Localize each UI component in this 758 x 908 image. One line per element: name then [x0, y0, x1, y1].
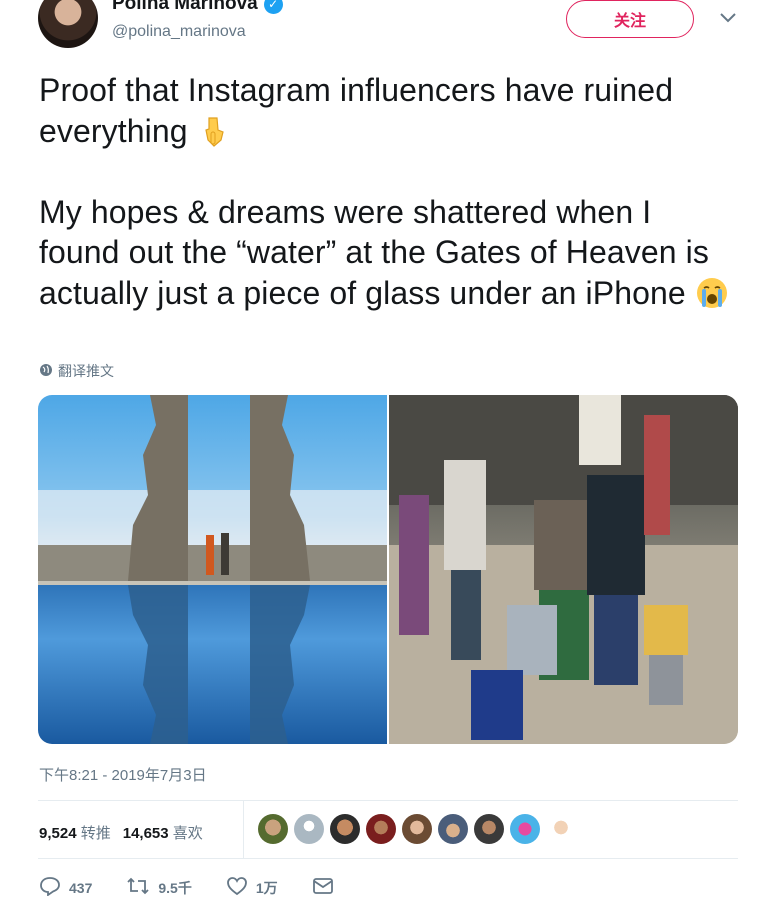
engagement-stats: 9,524 转推 14,653 喜欢	[39, 822, 203, 843]
liker-avatar[interactable]	[546, 814, 576, 844]
liker-avatar[interactable]	[474, 814, 504, 844]
direct-message-button[interactable]	[312, 877, 334, 898]
liker-avatars	[258, 814, 576, 844]
likes-label: 喜欢	[172, 825, 203, 842]
tweet-actions: 437 9.5千 1万	[39, 876, 368, 899]
chevron-down-icon[interactable]	[716, 6, 740, 30]
retweets-value: 9,524	[39, 825, 77, 842]
gates-of-heaven-illustration	[38, 395, 387, 744]
retweet-button[interactable]: 9.5千	[126, 876, 192, 899]
reply-button[interactable]: 437	[39, 876, 92, 899]
retweet-icon	[126, 876, 150, 899]
liker-avatar[interactable]	[402, 814, 432, 844]
liker-avatar[interactable]	[258, 814, 288, 844]
retweets-stat[interactable]: 9,524 转推	[39, 822, 111, 843]
retweet-count: 9.5千	[158, 879, 192, 896]
author-handle[interactable]: @polina_marinova	[112, 23, 246, 41]
reply-icon	[39, 876, 61, 899]
tweet-timestamp[interactable]: 下午8:21 - 2019年7月3日	[39, 764, 207, 785]
stats-vertical-divider	[243, 800, 244, 858]
translate-tweet-link[interactable]: 翻译推文	[39, 361, 114, 381]
liker-avatar[interactable]	[294, 814, 324, 844]
likes-value: 14,653	[122, 825, 169, 842]
liker-avatar[interactable]	[438, 814, 468, 844]
author-avatar[interactable]	[38, 0, 98, 48]
verified-badge-icon: ✓	[263, 0, 283, 14]
photographers-scene-photo[interactable]	[389, 395, 738, 744]
stats-bottom-divider	[38, 858, 738, 859]
envelope-icon	[312, 877, 334, 898]
liker-avatar[interactable]	[510, 814, 540, 844]
reply-count: 437	[69, 879, 93, 896]
like-count: 1万	[255, 879, 278, 896]
photographers-scene-illustration	[389, 395, 738, 744]
author-display-name[interactable]: Polina Marinova	[112, 0, 258, 15]
pointing-down-emoji	[197, 114, 231, 148]
tweet-media[interactable]	[38, 395, 738, 744]
retweets-label: 转推	[80, 825, 111, 842]
translate-label[interactable]: 翻译推文	[58, 361, 114, 381]
crying-face-emoji	[695, 276, 729, 310]
like-button[interactable]: 1万	[226, 876, 278, 899]
heart-icon	[226, 876, 248, 899]
likes-stat[interactable]: 14,653 喜欢	[123, 822, 203, 843]
globe-icon	[39, 363, 53, 380]
liker-avatar[interactable]	[330, 814, 360, 844]
tweet-text: Proof that Instagram influencers have ru…	[39, 70, 739, 313]
liker-avatar[interactable]	[366, 814, 396, 844]
stats-top-divider	[38, 800, 738, 801]
author-name-row[interactable]: Polina Marinova ✓	[112, 0, 283, 15]
follow-button[interactable]: 关注	[566, 0, 694, 38]
gates-of-heaven-photo[interactable]	[38, 395, 387, 744]
